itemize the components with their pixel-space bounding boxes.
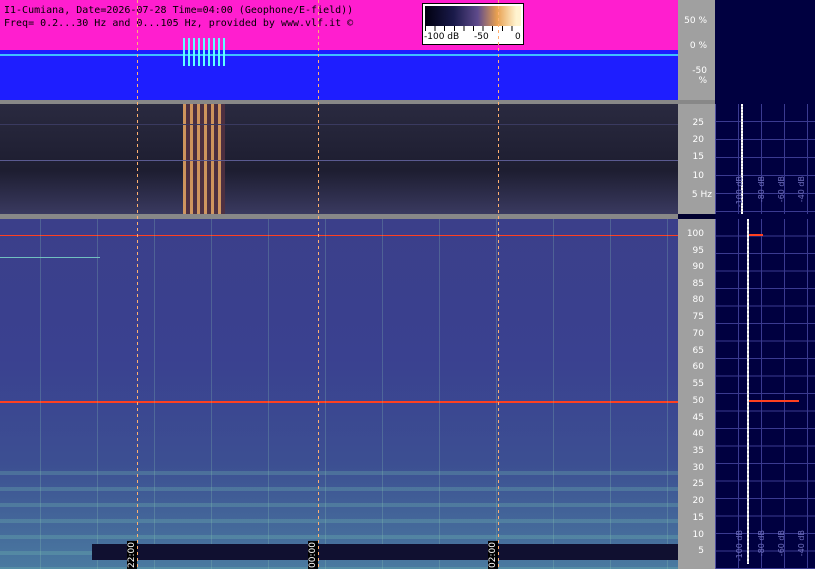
high-freq-profile-box — [715, 219, 815, 569]
colorbar-max-label: 0 — [515, 32, 521, 42]
profile-peak-50hz — [749, 400, 799, 402]
high-freq-tick: 85 — [692, 279, 704, 289]
high-freq-tick: 40 — [692, 429, 704, 439]
high-freq-tick: 35 — [692, 446, 704, 456]
time-label: 00:00 — [308, 541, 318, 569]
dark-band — [92, 544, 678, 560]
header-line-1: I1-Cumiana, Date=2026-07-28 Time=04:00 (… — [4, 5, 354, 16]
amplitude-axis: 50 % 0 % -50 % — [678, 0, 715, 100]
colorbar-ticks — [425, 26, 521, 31]
colorbar: -100 dB -50 0 — [422, 3, 524, 45]
high-freq-axis: 100 95 90 85 80 75 70 65 60 55 50 45 40 … — [678, 219, 715, 569]
high-freq-db-label: -100 dB — [735, 530, 744, 562]
spectrogram-line — [0, 124, 678, 125]
low-freq-db-label: -80 dB — [757, 176, 766, 203]
low-freq-tick: 20 — [692, 135, 704, 145]
colorbar-gradient — [425, 6, 521, 26]
low-freq-tick: 5 Hz — [691, 190, 712, 200]
spectrum-profile-panel: -100 dB -80 dB -60 dB -40 dB -100 dB -80… — [715, 0, 815, 569]
high-freq-tick: 80 — [692, 295, 704, 305]
time-marker-line — [498, 0, 499, 569]
low-freq-axis: 25 20 15 10 5 Hz — [678, 104, 715, 214]
low-freq-spectrogram — [0, 104, 678, 214]
high-freq-db-label: -40 dB — [797, 530, 806, 557]
time-marker-line — [137, 0, 138, 569]
high-freq-tick: 75 — [692, 312, 704, 322]
amplitude-zero-line — [0, 54, 678, 56]
low-freq-db-label: -40 dB — [797, 176, 806, 203]
high-freq-spectrogram — [0, 219, 678, 569]
high-freq-tick: 95 — [692, 246, 704, 256]
amplitude-burst — [183, 38, 228, 66]
vertical-streaks — [0, 219, 678, 569]
high-freq-tick: 30 — [692, 463, 704, 473]
high-freq-tick: 70 — [692, 329, 704, 339]
low-freq-tick: 25 — [692, 118, 704, 128]
amplitude-tick: 50 % — [684, 16, 707, 26]
low-freq-tick: 15 — [692, 152, 704, 162]
low-freq-tick: 10 — [692, 171, 704, 181]
amplitude-tick: -50 % — [692, 66, 707, 86]
high-freq-tick: 55 — [692, 379, 704, 389]
spectrogram-burst — [183, 104, 225, 214]
spectrogram-line — [0, 160, 678, 161]
high-freq-tick: 100 — [686, 229, 704, 239]
high-freq-tick: 60 — [692, 362, 704, 372]
high-freq-tick: 45 — [692, 413, 704, 423]
high-freq-tick: 65 — [692, 346, 704, 356]
time-label: 02:00 — [488, 541, 498, 569]
profile-peak-100hz — [749, 234, 763, 236]
amplitude-tick: 0 % — [689, 41, 707, 51]
low-freq-db-label: -60 dB — [777, 176, 786, 203]
high-freq-tick: 10 — [692, 530, 704, 540]
colorbar-mid-label: -50 — [474, 32, 489, 42]
high-freq-tick: 25 — [692, 479, 704, 489]
high-freq-profile-trace — [747, 219, 749, 564]
low-freq-db-label: -100 dB — [735, 176, 744, 208]
high-freq-tick: 20 — [692, 496, 704, 506]
high-freq-tick: 50 — [692, 396, 704, 406]
high-freq-db-label: -80 dB — [757, 530, 766, 557]
high-freq-db-label: -60 dB — [777, 530, 786, 557]
colorbar-min-label: -100 dB — [424, 32, 460, 42]
high-freq-tick: 5 — [698, 546, 704, 556]
high-freq-tick: 15 — [692, 513, 704, 523]
high-freq-tick: 90 — [692, 262, 704, 272]
time-marker-line — [318, 0, 319, 569]
header-line-2: Freq= 0.2...30 Hz and 0...105 Hz, provid… — [4, 18, 354, 29]
time-label: 22:00 — [127, 541, 137, 569]
